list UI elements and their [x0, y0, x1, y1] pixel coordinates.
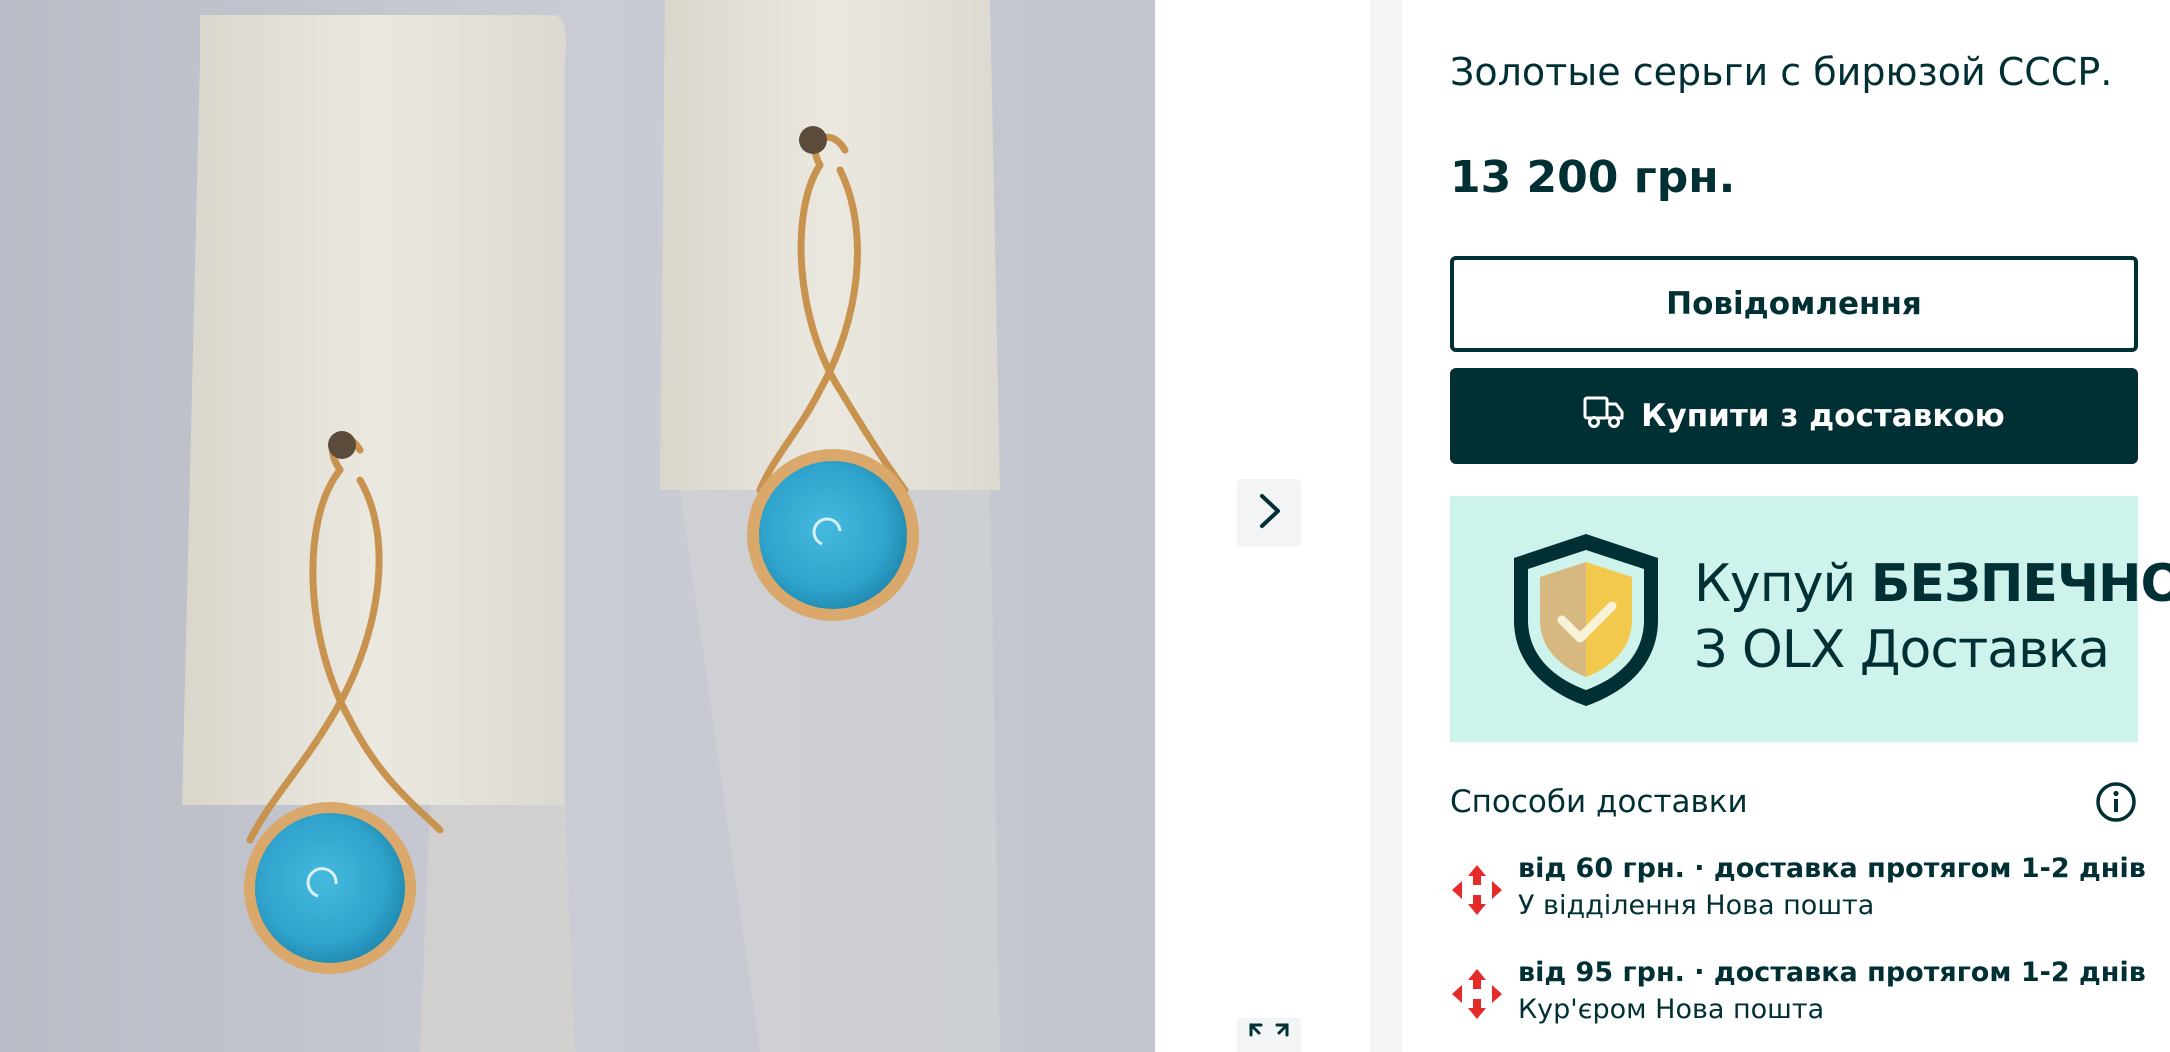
safe-delivery-banner[interactable]: Купуй БЕЗПЕЧНО З OLX Доставка: [1450, 496, 2170, 742]
delivery-option-summary: від 60 грн. · доставка протягом 1-2 днів: [1518, 853, 2146, 884]
delivery-option-method: Кур'єром Нова пошта: [1518, 994, 1825, 1025]
delivery-option: від 95 грн. · доставка протягом 1-2 днів…: [1450, 957, 2146, 1025]
product-photo[interactable]: [0, 0, 1155, 1052]
nova-poshta-logo-icon: [1450, 967, 1504, 1021]
column-divider: [1370, 0, 1402, 1052]
chevron-right-icon: [1254, 491, 1284, 535]
fullscreen-button[interactable]: [1237, 1018, 1301, 1052]
nova-poshta-logo-icon: [1450, 863, 1504, 917]
photo-gallery: [0, 0, 1370, 1052]
shield-check-icon: [1504, 528, 1668, 714]
message-button-label: Повідомлення: [1666, 286, 1922, 322]
message-button[interactable]: Повідомлення: [1450, 256, 2138, 352]
listing-sidebar: Золотые серьги с бирюзой СССР. 13 200 гр…: [1402, 0, 2170, 1052]
listing-title: Золотые серьги с бирюзой СССР.: [1450, 50, 2113, 94]
buy-button-label: Купити з доставкою: [1641, 398, 2005, 434]
buy-with-delivery-button[interactable]: Купити з доставкою: [1450, 368, 2138, 464]
next-image-button[interactable]: [1237, 479, 1301, 547]
expand-icon: [1247, 1021, 1291, 1049]
delivery-methods-title: Способи доставки: [1450, 784, 1748, 820]
delivery-option-method: У відділення Нова пошта: [1518, 890, 1875, 921]
delivery-methods-header: Способи доставки: [1450, 780, 2138, 824]
delivery-option: від 60 грн. · доставка протягом 1-2 днів…: [1450, 853, 2146, 921]
listing-price: 13 200 грн.: [1450, 152, 1736, 203]
truck-icon: [1583, 394, 1625, 438]
info-icon[interactable]: [2094, 780, 2138, 824]
banner-line-1: Купуй БЕЗПЕЧНО: [1694, 554, 2170, 614]
delivery-option-summary: від 95 грн. · доставка протягом 1-2 днів: [1518, 957, 2146, 988]
banner-line-2: З OLX Доставка: [1694, 620, 2110, 680]
